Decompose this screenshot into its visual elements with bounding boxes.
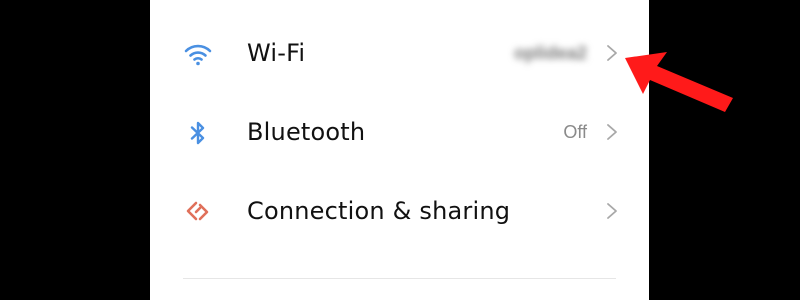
bluetooth-chevron-right-icon[interactable] [605,122,619,142]
connection-sharing-chevron-right-icon[interactable] [605,201,619,221]
connection-sharing-icon [186,201,209,221]
settings-row-bluetooth[interactable]: Bluetooth Off [150,94,649,172]
bluetooth-label: Bluetooth [247,118,366,146]
connection-sharing-label: Connection & sharing [247,197,511,225]
section-divider [183,278,616,279]
bluetooth-status: Off [563,122,587,142]
screenshot-stage: Wi-Fi oplidea2 Bluetooth Off Connection … [0,0,800,300]
red-pointer-arrow-icon [625,52,733,112]
settings-panel: Wi-Fi oplidea2 Bluetooth Off Connection … [150,0,649,300]
settings-row-wifi[interactable]: Wi-Fi oplidea2 [150,15,649,93]
bluetooth-icon [190,121,205,145]
settings-row-connection-sharing[interactable]: Connection & sharing [150,173,649,251]
wifi-label: Wi-Fi [247,39,306,67]
wifi-network-name: oplidea2 [513,43,587,63]
wifi-icon [184,44,212,66]
